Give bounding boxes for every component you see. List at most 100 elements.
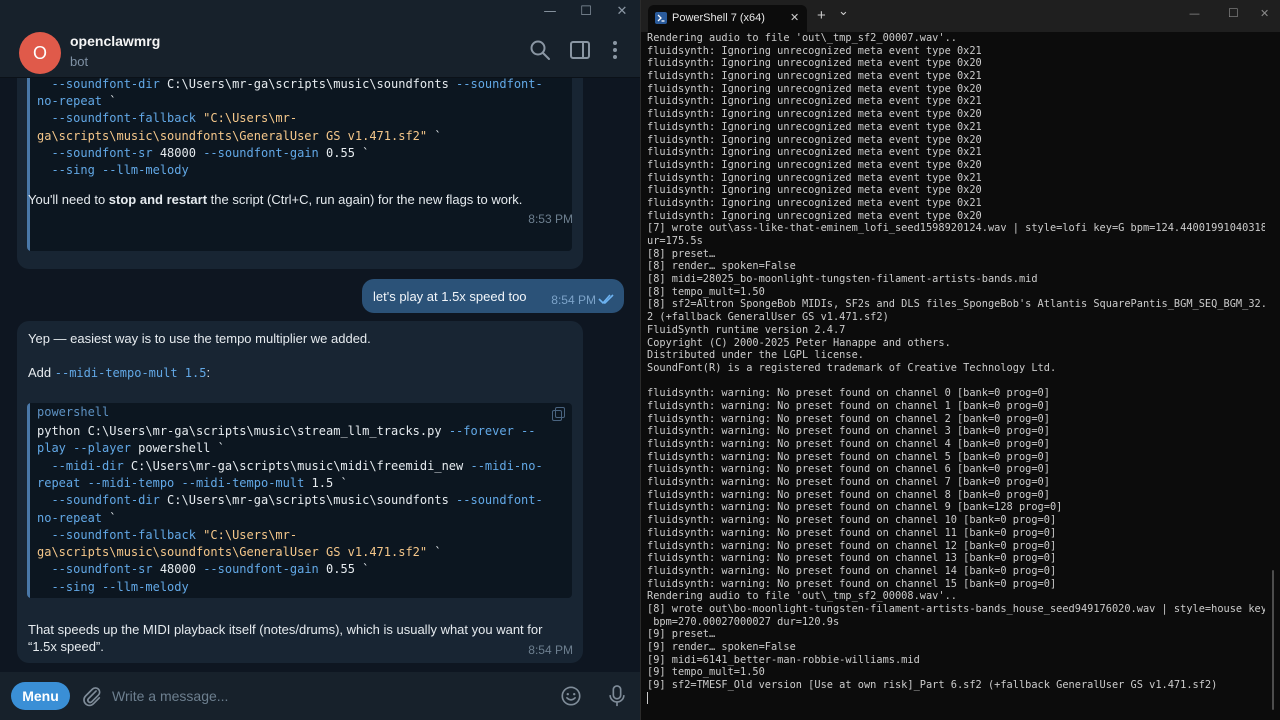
text-cursor xyxy=(647,691,648,704)
terminal-line: fluidsynth: Ignoring unrecognized meta e… xyxy=(647,133,982,146)
code-line: --soundfont-dir C:\Users\mr-ga\scripts\m… xyxy=(37,493,543,508)
chat-title: openclawmrg xyxy=(70,33,161,49)
code-line: python C:\Users\mr-ga\scripts\music\stre… xyxy=(37,424,536,438)
terminal-line: [8] midi=28025_bo-moonlight-tungsten-fil… xyxy=(647,273,1038,286)
copy-icon[interactable] xyxy=(552,407,565,421)
terminal-line: Copyright (C) 2000-2025 Peter Hanappe an… xyxy=(647,336,951,349)
terminal-line: fluidsynth: warning: No preset found on … xyxy=(647,387,1050,400)
terminal-line: fluidsynth: warning: No preset found on … xyxy=(647,488,1050,501)
incoming-message[interactable]: --midi-dir C:\Users\mr-ga\scripts\music\… xyxy=(17,78,583,269)
message-input[interactable] xyxy=(112,686,532,706)
terminal-line: FluidSynth runtime version 2.4.7 xyxy=(647,323,846,336)
message-list[interactable]: --midi-dir C:\Users\mr-ga\scripts\music\… xyxy=(0,78,640,672)
menu-button[interactable]: Menu xyxy=(11,682,70,710)
close-button[interactable]: ✕ xyxy=(604,0,640,24)
emoji-icon[interactable] xyxy=(560,685,582,707)
terminal-line: fluidsynth: warning: No preset found on … xyxy=(647,564,1057,577)
terminal-line: fluidsynth: warning: No preset found on … xyxy=(647,552,1057,565)
terminal-line: fluidsynth: warning: No preset found on … xyxy=(647,438,1050,450)
code-block[interactable]: --midi-dir C:\Users\mr-ga\scripts\music\… xyxy=(27,78,572,251)
terminal-line: [9] tempo_mult=1.50 xyxy=(647,666,765,679)
terminal-line: fluidsynth: Ignoring unrecognized meta e… xyxy=(647,120,982,133)
microphone-icon[interactable] xyxy=(606,684,628,708)
terminal-line: 2 (+fallback GeneralUser GS v1.471.sf2) xyxy=(647,311,889,324)
chat-status: bot xyxy=(70,54,89,69)
code-line: ga\scripts\music\soundfonts\GeneralUser … xyxy=(37,128,442,143)
terminal-line: fluidsynth: Ignoring unrecognized meta e… xyxy=(647,184,982,197)
new-tab-button[interactable]: + xyxy=(817,7,826,24)
terminal-line: [8] wrote out\bo-moonlight-tungsten-fila… xyxy=(647,602,1265,615)
terminal-line: [9] preset… xyxy=(647,628,716,641)
inline-code: --midi-tempo-mult 1.5 xyxy=(54,366,207,380)
code-block[interactable]: powershell python C:\Users\mr-ga\scripts… xyxy=(27,403,572,598)
code-line: --soundfont-sr 48000 --soundfont-gain 0.… xyxy=(37,562,370,577)
tab-dropdown-button[interactable]: ⌄ xyxy=(838,4,849,19)
terminal-line: fluidsynth: Ignoring unrecognized meta e… xyxy=(647,82,982,95)
terminal-line: fluidsynth: Ignoring unrecognized meta e… xyxy=(647,158,982,171)
terminal-line: [9] midi=6141_better-man-robbie-williams… xyxy=(647,653,920,666)
terminal-line: Rendering audio to file 'out\_tmp_sf2_00… xyxy=(647,32,957,44)
terminal-line: [8] preset… xyxy=(647,247,716,260)
code-line: --soundfont-dir C:\Users\mr-ga\scripts\m… xyxy=(37,78,543,91)
terminal-line: fluidsynth: warning: No preset found on … xyxy=(647,425,1050,438)
code-line: ga\scripts\music\soundfonts\GeneralUser … xyxy=(37,545,442,560)
terminal-line: [7] wrote out\ass-like-that-eminem_lofi_… xyxy=(647,222,1265,235)
terminal-line: fluidsynth: Ignoring unrecognized meta e… xyxy=(647,146,982,159)
terminal-line: fluidsynth: Ignoring unrecognized meta e… xyxy=(647,171,982,184)
maximize-button[interactable]: ☐ xyxy=(1228,6,1239,20)
terminal-line: fluidsynth: warning: No preset found on … xyxy=(647,526,1057,539)
message-time: 8:54 PM xyxy=(528,643,573,657)
code-language-label: powershell xyxy=(37,405,110,419)
terminal-line: fluidsynth: warning: No preset found on … xyxy=(647,399,1050,412)
sidebar-toggle-icon[interactable] xyxy=(568,38,592,62)
incoming-message[interactable]: Yep — easiest way is to use the tempo mu… xyxy=(17,321,583,663)
code-line: --soundfont-fallback "C:\Users\mr- xyxy=(37,111,298,126)
code-line: --midi-dir C:\Users\mr-ga\scripts\music\… xyxy=(37,458,543,473)
terminal-title-bar: PowerShell 7 (x64) ✕ + ⌄ — ☐ ✕ xyxy=(641,0,1280,32)
search-icon[interactable] xyxy=(528,38,552,62)
maximize-button[interactable]: ☐ xyxy=(568,0,604,24)
terminal-line: fluidsynth: Ignoring unrecognized meta e… xyxy=(647,70,982,83)
close-tab-icon[interactable]: ✕ xyxy=(790,11,799,24)
outgoing-message[interactable]: let's play at 1.5x speed too 8:54 PM xyxy=(362,279,624,313)
scrollbar[interactable] xyxy=(1272,570,1274,710)
message-time: 8:54 PM xyxy=(551,293,596,307)
tab-powershell[interactable]: PowerShell 7 (x64) ✕ xyxy=(648,5,807,32)
message-text: You'll need to stop and restart the scri… xyxy=(28,192,523,207)
terminal-prompt-line[interactable] xyxy=(647,691,1265,705)
code-line: --soundfont-fallback "C:\Users\mr- xyxy=(37,527,298,542)
telegram-window: — ☐ ✕ O openclawmrg bot --midi-dir C:\Us… xyxy=(0,0,640,720)
telegram-title-bar: — ☐ ✕ xyxy=(0,0,640,24)
close-button[interactable]: ✕ xyxy=(1260,7,1269,20)
avatar[interactable]: O xyxy=(19,32,61,74)
message-text: Yep — easiest way is to use the tempo mu… xyxy=(28,331,371,346)
terminal-line: fluidsynth: warning: No preset found on … xyxy=(647,501,1063,514)
code-line: repeat --midi-tempo --midi-tempo-mult 1.… xyxy=(37,475,348,490)
code-line: no-repeat ` xyxy=(37,93,117,108)
terminal-line: Rendering audio to file 'out\_tmp_sf2_00… xyxy=(647,590,957,603)
tab-title: PowerShell 7 (x64) xyxy=(672,12,765,24)
message-time: 8:53 PM xyxy=(528,212,573,226)
message-text: let's play at 1.5x speed too xyxy=(373,289,527,304)
terminal-line: [8] render… spoken=False xyxy=(647,260,796,273)
terminal-line: fluidsynth: warning: No preset found on … xyxy=(647,514,1057,527)
terminal-line: fluidsynth: warning: No preset found on … xyxy=(647,476,1050,489)
terminal-output[interactable]: Rendering audio to file 'out\_tmp_sf2_00… xyxy=(647,32,1265,720)
more-vertical-icon[interactable] xyxy=(603,38,627,62)
minimize-button[interactable]: — xyxy=(1189,7,1200,20)
terminal-line: fluidsynth: Ignoring unrecognized meta e… xyxy=(647,44,982,57)
terminal-line: Distributed under the LGPL license. xyxy=(647,349,864,362)
message-text: That speeds up the MIDI playback itself … xyxy=(28,622,543,637)
terminal-line: fluidsynth: warning: No preset found on … xyxy=(647,577,1057,590)
minimize-button[interactable]: — xyxy=(532,0,568,24)
code-line: --sing --llm-melody xyxy=(37,579,189,594)
terminal-line: [8] sf2=Altron SpongeBob MIDIs, SF2s and… xyxy=(647,298,1265,311)
attach-icon[interactable] xyxy=(81,685,103,707)
message-text: “1.5x speed”. xyxy=(28,639,104,654)
powershell-icon xyxy=(655,12,667,24)
powershell-window: PowerShell 7 (x64) ✕ + ⌄ — ☐ ✕ Rendering… xyxy=(640,0,1280,720)
chat-header[interactable]: O openclawmrg bot xyxy=(0,24,640,78)
terminal-line: fluidsynth: warning: No preset found on … xyxy=(647,539,1057,552)
terminal-line: [9] render… spoken=False xyxy=(647,641,796,653)
